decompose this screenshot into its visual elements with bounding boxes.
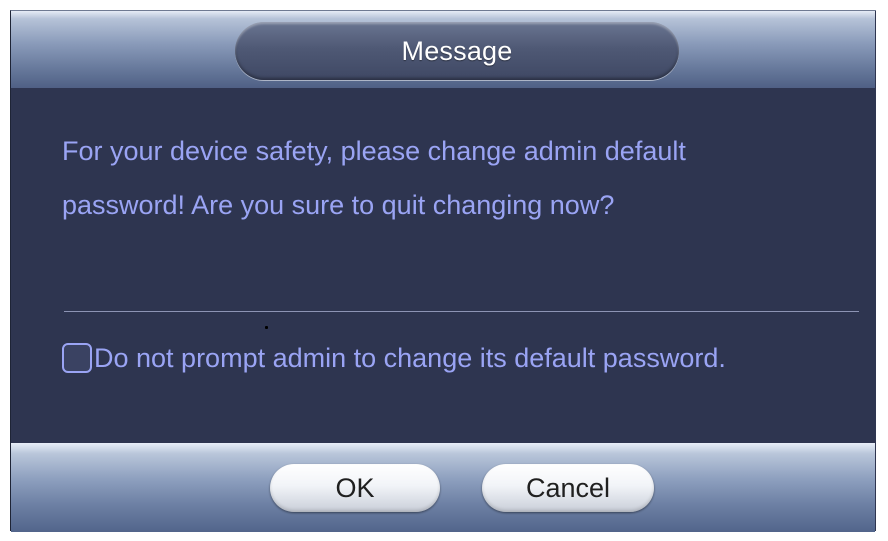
dialog-message: For your device safety, please change ad… (62, 136, 686, 220)
ok-button[interactable]: OK (270, 464, 440, 512)
dialog-body: For your device safety, please change ad… (11, 88, 875, 443)
mouse-cursor-dot (265, 326, 268, 329)
cancel-button[interactable]: Cancel (482, 464, 654, 512)
dialog-button-bar: OK Cancel (11, 443, 875, 532)
dialog-title-bar: Message (11, 11, 875, 88)
dont-prompt-label[interactable]: Do not prompt admin to change its defaul… (94, 343, 726, 374)
dont-prompt-option[interactable]: Do not prompt admin to change its defaul… (62, 338, 726, 378)
dialog-title-pill: Message (235, 22, 679, 80)
dialog-frame: Message For your device safety, please c… (10, 10, 876, 532)
dont-prompt-checkbox[interactable] (62, 343, 92, 373)
message-dialog: Message For your device safety, please c… (0, 0, 888, 541)
divider (64, 311, 859, 312)
dialog-title: Message (401, 35, 513, 66)
